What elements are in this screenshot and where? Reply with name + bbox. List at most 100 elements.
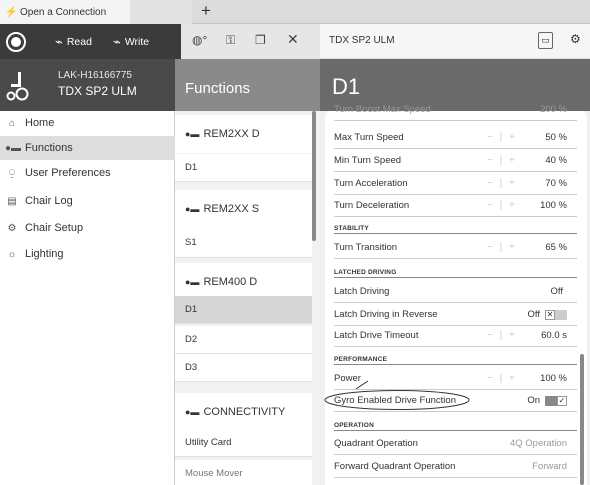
stepper[interactable]: − | + xyxy=(487,373,517,384)
gyro-toggle[interactable]: On ✓ xyxy=(527,395,567,406)
copy-icon[interactable]: ❐ xyxy=(255,33,266,47)
dropdown-value[interactable]: 4Q Operation xyxy=(510,438,567,449)
detail-header-title: D1 xyxy=(332,74,361,99)
functions-scrollbar[interactable] xyxy=(312,111,316,241)
setting-row-latch-timeout: Latch Drive Timeout − | + 60.0 s xyxy=(334,325,577,347)
setting-row-max-turn-speed: Max Turn Speed − | + 50 % xyxy=(334,127,577,149)
document-icon[interactable]: ▭ xyxy=(538,32,553,49)
connect-button[interactable] xyxy=(6,24,26,59)
connection-status-icon xyxy=(6,31,26,52)
device-name: TDX SP2 ULM xyxy=(58,84,137,98)
wheelchair-icon xyxy=(6,72,29,101)
setting-value: 200 % xyxy=(540,104,567,115)
group-label: CONNECTIVITY xyxy=(203,406,286,418)
module-icon: ●▬ xyxy=(185,129,200,139)
module-icon: ●▬ xyxy=(185,204,200,214)
setting-row-partial: Turn Boost Max Speed 200 % xyxy=(334,99,577,121)
secondary-toolbar: ◍ᐤ ⚿ ❐ ✕ xyxy=(181,24,320,59)
dropdown-value[interactable]: Off xyxy=(551,286,564,297)
functions-header: Functions xyxy=(175,59,320,111)
setting-row-power: Power − | + 100 % xyxy=(334,368,577,390)
functions-header-title: Functions xyxy=(185,80,251,97)
function-item-d1-selected[interactable]: D1 xyxy=(175,296,312,324)
function-item-d1[interactable]: D1 xyxy=(175,154,312,182)
document-toolbar: TDX SP2 ULM ▭ ⚙ xyxy=(320,24,590,59)
setting-label: Turn Transition xyxy=(334,242,398,253)
stepper[interactable]: − | + xyxy=(487,132,517,143)
stepper[interactable]: − | + xyxy=(487,330,517,341)
stepper[interactable]: − | + xyxy=(487,178,517,189)
tab-open-connection[interactable]: ⚡ Open a Connection xyxy=(0,0,192,24)
setup-icon: ⚙ xyxy=(7,222,17,234)
read-label: Read xyxy=(66,35,92,48)
settings-icon[interactable]: ⚙ xyxy=(570,32,581,46)
write-label: Write xyxy=(124,35,150,48)
setting-row-turn-transition: Turn Transition − | + 65 % xyxy=(334,237,577,259)
sidebar-item-label: Home xyxy=(25,117,55,129)
setting-value: 70 % xyxy=(545,178,567,189)
setting-row-gyro: Gyro Enabled Drive Function On ✓ xyxy=(334,390,577,412)
group-connectivity[interactable]: ●▬ CONNECTIVITY xyxy=(175,393,312,431)
group-rem2xx-s[interactable]: ●▬ REM2XX S xyxy=(175,190,312,228)
setting-label: Latch Driving xyxy=(334,286,390,297)
group-label: REM2XX S xyxy=(203,203,260,215)
function-item-d2[interactable]: D2 xyxy=(175,326,312,354)
setting-row-forward-quadrant: Forward Quadrant Operation Forward xyxy=(334,456,577,478)
setting-value: 40 % xyxy=(545,155,567,166)
chair-link-icon[interactable]: ◍ᐤ xyxy=(192,33,207,47)
sidebar-item-chair-setup[interactable]: ⚙ Chair Setup xyxy=(0,216,175,240)
device-header: LAK-H16166775 TDX SP2 ULM xyxy=(0,59,175,111)
sidebar-item-label: Lighting xyxy=(25,248,64,260)
setting-value: 65 % xyxy=(545,242,567,253)
document-title: TDX SP2 ULM xyxy=(329,35,395,46)
sidebar-item-chair-log[interactable]: ▤ Chair Log xyxy=(0,189,175,213)
setting-label: Min Turn Speed xyxy=(334,155,402,166)
function-item-s1[interactable]: S1 xyxy=(175,228,312,258)
function-item-mouse-mover[interactable]: Mouse Mover xyxy=(175,460,312,485)
module-icon: ●▬ xyxy=(185,407,200,417)
function-item-d3[interactable]: D3 xyxy=(175,354,312,382)
close-icon[interactable]: ✕ xyxy=(287,31,299,48)
log-icon: ▤ xyxy=(7,195,17,207)
setting-row-quadrant: Quadrant Operation 4Q Operation xyxy=(334,433,577,455)
section-performance: PERFORMANCE xyxy=(334,355,577,365)
settings-card: Turn Boost Max Speed 200 % Max Turn Spee… xyxy=(325,104,587,485)
setting-label: Turn Acceleration xyxy=(334,178,408,189)
stepper[interactable]: − | + xyxy=(487,155,517,166)
group-rem2xx-d[interactable]: ●▬ REM2XX D xyxy=(175,115,312,153)
group-label: REM2XX D xyxy=(203,128,260,140)
write-button[interactable]: ⌁ Write xyxy=(113,24,149,59)
home-icon: ⌂ xyxy=(8,117,16,129)
setting-value: 100 % xyxy=(540,373,567,384)
toggle-label: Off xyxy=(527,309,541,320)
sidebar-item-lighting[interactable]: ☼ Lighting xyxy=(0,242,175,266)
sidebar-item-label: User Preferences xyxy=(25,167,111,179)
sidebar-item-functions[interactable]: ●▬ Functions xyxy=(0,136,175,160)
section-latched-driving: LATCHED DRIVING xyxy=(334,268,577,278)
latch-reverse-toggle[interactable]: Off ✕ xyxy=(527,309,567,320)
stepper[interactable]: − | + xyxy=(487,242,517,253)
read-button[interactable]: ⌁ Read xyxy=(55,24,92,59)
toggle-label: On xyxy=(527,395,540,406)
setting-row-latch-driving: Latch Driving Off xyxy=(334,281,577,303)
stepper[interactable]: − | + xyxy=(487,200,517,211)
detail-panel: Turn Boost Max Speed 200 % Max Turn Spee… xyxy=(320,104,590,485)
toggle-switch[interactable]: ✓ xyxy=(545,395,567,406)
dropdown-value[interactable]: Forward xyxy=(532,461,567,472)
setting-row-latch-reverse: Latch Driving in Reverse Off ✕ xyxy=(334,304,577,326)
detail-scrollbar[interactable] xyxy=(580,354,584,485)
key-icon[interactable]: ⚿ xyxy=(226,33,235,48)
sidebar-item-label: Functions xyxy=(25,142,73,154)
check-icon: ✓ xyxy=(557,395,567,406)
lighting-icon: ☼ xyxy=(7,248,17,260)
add-tab-button[interactable]: + xyxy=(196,0,216,24)
function-item-utility-card[interactable]: Utility Card xyxy=(175,429,312,457)
tab-spacer xyxy=(130,0,192,24)
toggle-switch[interactable]: ✕ xyxy=(545,309,567,320)
sidebar-item-user-preferences[interactable]: ⍜ User Preferences xyxy=(0,161,175,185)
sidebar-item-home[interactable]: ⌂ Home xyxy=(0,111,175,135)
setting-row-min-turn-speed: Min Turn Speed − | + 40 % xyxy=(334,150,577,172)
setting-value: 100 % xyxy=(540,200,567,211)
sidebar-item-label: Chair Setup xyxy=(25,222,84,234)
setting-value: 50 % xyxy=(545,132,567,143)
